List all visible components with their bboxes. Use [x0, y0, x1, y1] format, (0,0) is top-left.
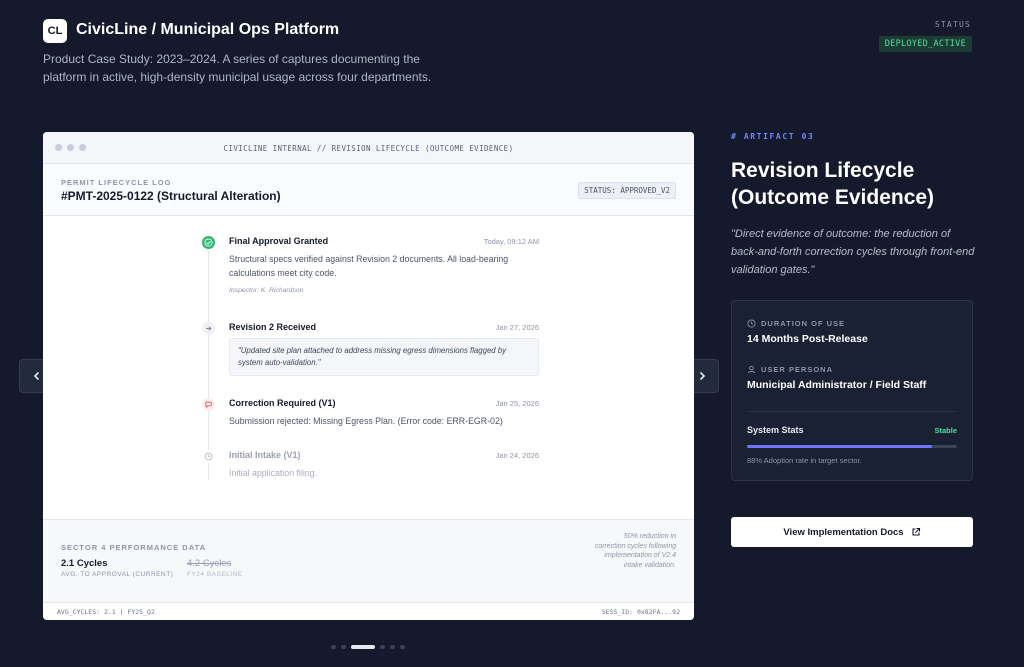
persona-value: Municipal Administrator / Field Staff — [747, 379, 927, 391]
pager-dot[interactable] — [380, 645, 385, 649]
event-title: Correction Required (V1) — [229, 398, 336, 408]
event-inspector: Inspector: K. Richardson — [229, 287, 304, 294]
system-stats-label: System Stats — [747, 425, 804, 435]
window-title: CIVICLINE INTERNAL // REVISION LIFECYCLE… — [223, 144, 514, 153]
current-cycles-value: 2.1 Cycles — [61, 558, 108, 569]
status-label: STATUS — [934, 20, 971, 29]
event-time: Jan 24, 2026 — [495, 451, 539, 460]
current-cycles-label: AVG. TO APPROVAL (CURRENT) — [61, 571, 174, 578]
user-icon — [747, 365, 756, 374]
sector-label: SECTOR 4 PERFORMANCE DATA — [61, 543, 207, 552]
statusbar-session: SESS_ID: 0x82FA...92 — [601, 608, 680, 616]
comment-alert-icon — [202, 398, 215, 411]
check-circle-icon — [202, 236, 215, 249]
pager-dot[interactable] — [400, 645, 405, 649]
baseline-cycles-value: 4.2 Cycles — [187, 558, 232, 569]
log-label: PERMIT LIFECYCLE LOG — [61, 178, 172, 187]
timeline: Final Approval Granted Today, 09:12 AM S… — [43, 216, 694, 519]
system-stats-state: Stable — [934, 426, 957, 435]
pager-dot[interactable] — [341, 645, 346, 649]
timeline-event-intake: Initial Intake (V1) Jan 24, 2026 Initial… — [202, 450, 539, 480]
permit-id: #PMT-2025-0122 (Structural Alteration) — [61, 189, 281, 203]
timeline-event-approval: Final Approval Granted Today, 09:12 AM S… — [202, 236, 539, 294]
duration-value: 14 Months Post-Release — [747, 333, 868, 345]
clock-icon — [747, 319, 756, 328]
brand-description: Product Case Study: 2023–2024. A series … — [43, 52, 432, 84]
artifact-quote: "Direct evidence of outcome: the reducti… — [731, 228, 975, 276]
status-badge: DEPLOYED_ACTIVE — [878, 36, 972, 52]
brand-logo: CL — [43, 19, 67, 43]
permit-header: PERMIT LIFECYCLE LOG #PMT-2025-0122 (Str… — [43, 164, 694, 216]
event-title: Revision 2 Received — [229, 322, 317, 332]
clock-icon — [202, 450, 215, 463]
event-title: Initial Intake (V1) — [229, 450, 301, 460]
performance-footer: SECTOR 4 PERFORMANCE DATA 2.1 Cycles AVG… — [43, 519, 694, 602]
event-quote: "Updated site plan attached to address m… — [229, 338, 539, 376]
screenshot-card: CIVICLINE INTERNAL // REVISION LIFECYCLE… — [43, 132, 694, 620]
info-divider — [747, 411, 957, 412]
event-time: Jan 25, 2026 — [495, 399, 539, 408]
statusbar-cycles: AVG_CYCLES: 2.1 | FY25_Q2 — [57, 608, 155, 616]
reduction-note: 50% reduction in correction cycles follo… — [594, 533, 676, 569]
adoption-progress-fill — [747, 445, 932, 448]
timeline-line — [208, 250, 209, 480]
event-description: Initial application filing. — [229, 468, 318, 478]
event-description: Submission rejected: Missing Egress Plan… — [229, 416, 503, 426]
timeline-event-revision: Revision 2 Received Jan 27, 2026 "Update… — [202, 322, 539, 376]
slide-pager — [331, 645, 405, 649]
chevron-left-icon — [33, 371, 39, 381]
external-link-icon — [912, 527, 920, 536]
card-statusbar: AVG_CYCLES: 2.1 | FY25_Q2 SESS_ID: 0x82F… — [43, 602, 694, 620]
artifact-info-box: DURATION OF USE 14 Months Post-Release U… — [731, 300, 973, 481]
artifact-label: # ARTIFACT 03 — [731, 132, 815, 141]
brand-title: CivicLine / Municipal Ops Platform — [76, 21, 340, 38]
arrow-right-icon — [202, 322, 215, 335]
duration-label-text: DURATION OF USE — [761, 319, 846, 328]
pager-dot[interactable] — [331, 645, 336, 649]
window-titlebar: CIVICLINE INTERNAL // REVISION LIFECYCLE… — [43, 132, 694, 164]
timeline-event-correction: Correction Required (V1) Jan 25, 2026 Su… — [202, 398, 539, 428]
event-time: Jan 27, 2026 — [495, 323, 539, 332]
event-description: Structural specs verified against Revisi… — [229, 254, 509, 278]
persona-label: USER PERSONA — [747, 365, 833, 374]
view-docs-button[interactable]: View Implementation Docs — [731, 517, 973, 547]
duration-label: DURATION OF USE — [747, 319, 845, 328]
event-time: Today, 09:12 AM — [483, 237, 539, 246]
pager-dot[interactable] — [390, 645, 395, 649]
view-docs-label: View Implementation Docs — [783, 526, 904, 538]
artifact-title: Revision Lifecycle (Outcome Evidence) — [731, 159, 935, 209]
baseline-cycles-label: FY24 BASELINE — [187, 571, 243, 578]
pager-dot[interactable] — [351, 645, 375, 649]
permit-status-badge: STATUS: APPROVED_V2 — [578, 182, 676, 199]
persona-label-text: USER PERSONA — [761, 365, 834, 374]
chevron-right-icon — [699, 371, 705, 381]
adoption-caption: 88% Adoption rate in target sector. — [747, 456, 862, 465]
adoption-progress-bar — [747, 445, 957, 448]
